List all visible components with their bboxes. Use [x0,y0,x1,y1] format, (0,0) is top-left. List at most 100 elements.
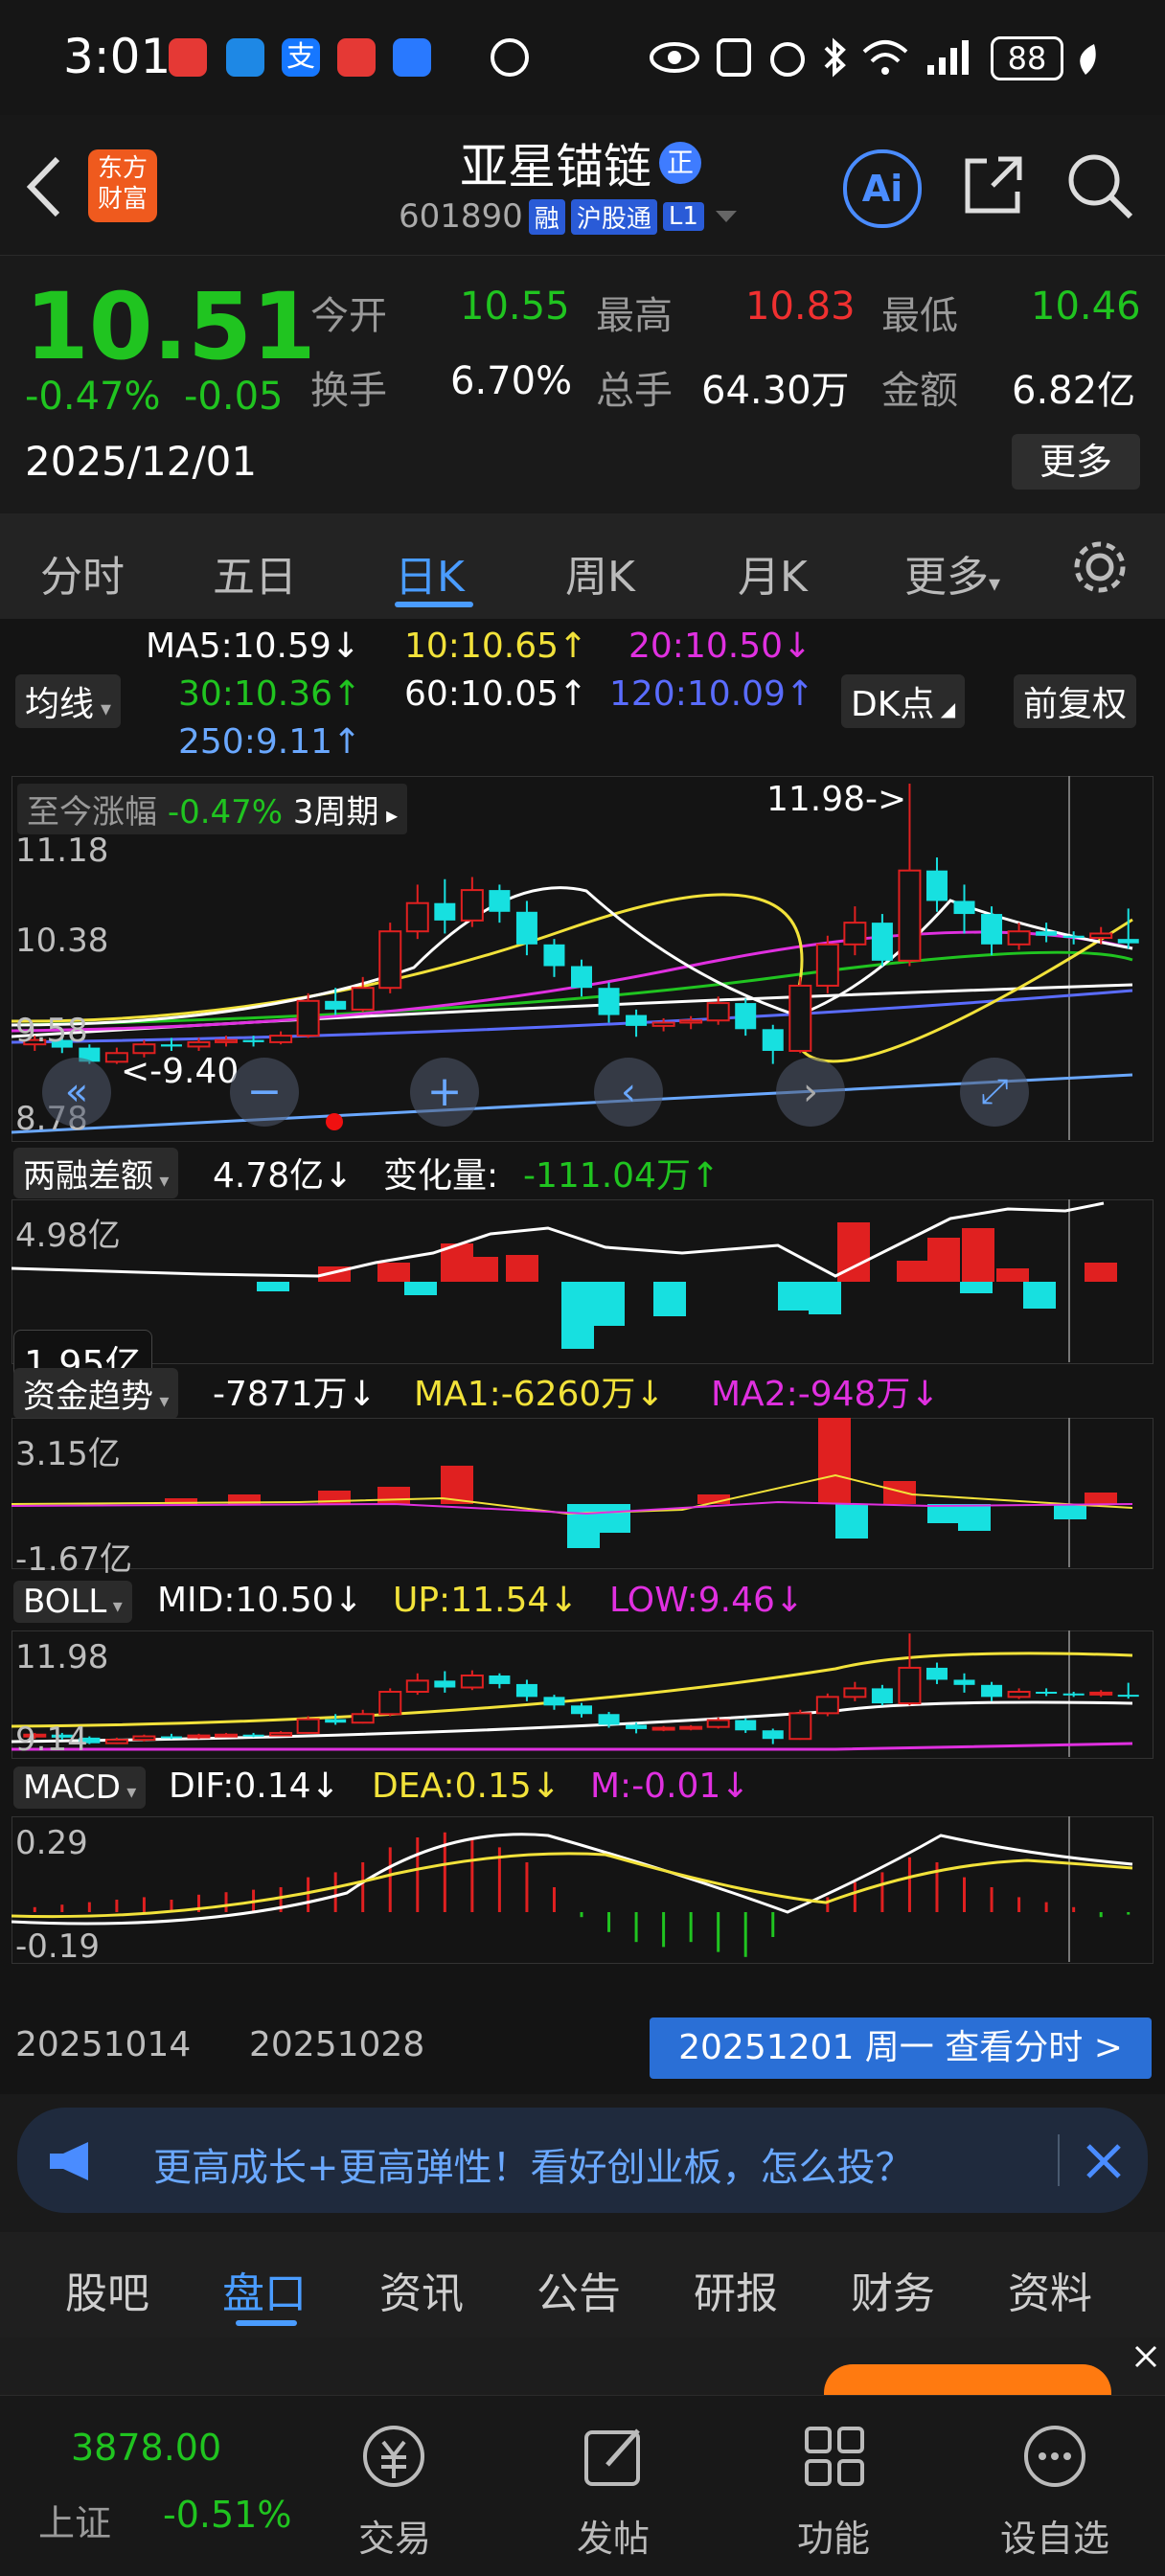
candle-body [460,889,484,922]
turnover-label: 换手 [310,369,387,413]
event-dot-marker[interactable] [326,1113,343,1130]
tab-finance[interactable]: 财务 [851,2259,935,2320]
boll-axis-bottom: 9.14 [15,1721,88,1759]
tab-forum[interactable]: 股吧 [65,2259,149,2320]
margin-change-value: -111.04万↑ [523,1156,720,1196]
cloud-app-icon [393,38,431,77]
kline-chart-area: MA5:10.59↓ 10:10.65↑ 20:10.50↓ 均线 ▾ 30:1… [0,619,1165,2094]
macd-selector[interactable]: MACD ▾ [13,1767,147,1809]
active-tab-indicator [395,602,473,607]
gear-icon[interactable] [1069,536,1131,598]
stock-name: 亚星锚链 [460,139,651,194]
zoom-out-button[interactable]: − [230,1058,299,1127]
eye-icon [650,42,699,73]
back-arrow-icon[interactable] [23,153,65,220]
boll-candle-body [953,1679,975,1685]
boll-candle-body [434,1680,456,1688]
banner-divider [1058,2134,1060,2186]
stock-header: 东方 财富 亚星锚链 正 601890 融 沪股通 L1 Ai [0,115,1165,255]
candle-body [571,966,592,989]
margin-selector[interactable]: 两融差额 ▾ [13,1148,179,1198]
index-ticker[interactable]: 3878.00 上证 -0.51% [0,2396,297,2576]
view-intraday-tooltip[interactable]: 20251201 周一 查看分时 > [650,2017,1152,2079]
tab-research[interactable]: 研报 [694,2259,778,2320]
boll-candle-body [132,1735,156,1742]
tab-more-period[interactable]: 更多▾ [904,542,1000,604]
tab-five-day[interactable]: 五日 [213,542,297,604]
tab-intraday[interactable]: 分时 [40,542,125,604]
margin-axis-top: 4.98亿 [15,1217,121,1255]
nfc-icon [717,38,751,77]
tab-order-book[interactable]: 盘口 [222,2259,307,2320]
boll-candle-body [460,1674,484,1689]
tab-weekly-k[interactable]: 周K [565,542,635,604]
boll-candle-body [489,1675,511,1684]
boll-candle-body [898,1666,922,1705]
candle-body [1117,939,1139,944]
boll-candle-body [215,1733,239,1738]
candle-body [598,988,620,1015]
boll-candle-body [515,1683,537,1698]
ad-banner[interactable]: 更高成长+更高弹性！看好创业板，怎么投？ [17,2108,1148,2213]
more-quote-button[interactable]: 更多 [1012,434,1140,490]
close-icon[interactable] [1083,2140,1125,2182]
scroll-left-button[interactable]: ‹ [594,1058,663,1127]
volume-value: 64.30万 [701,369,850,413]
dk-point-button[interactable]: DK点 ◢ [841,674,966,728]
candle-body [981,914,1003,945]
boll-candle-body [571,1705,592,1715]
candle-body [1036,931,1058,936]
candle-body [543,944,565,967]
stock-code-row[interactable]: 601890 融 沪股通 L1 [399,197,741,236]
boll-candle-body [706,1719,730,1728]
scroll-right-button[interactable]: › [776,1058,845,1127]
fullscreen-button[interactable]: ⤢ [960,1058,1029,1127]
nav-functions[interactable]: 功能 [797,2509,870,2562]
boll-candle-body [543,1697,565,1706]
search-icon[interactable] [1065,151,1134,220]
boll-candle-body [1089,1691,1113,1696]
nav-trade[interactable]: 交易 [358,2509,431,2562]
watchlist-icon[interactable] [1021,2423,1088,2490]
index-value: 3878.00 [71,2427,222,2469]
message-app-icon [226,38,264,77]
amount-value: 6.82亿 [1012,369,1136,413]
period-gain-box[interactable]: 至今涨幅 -0.47% 3周期 ▸ [17,784,408,834]
nav-add-watchlist[interactable]: 设自选 [1000,2509,1109,2562]
capital-selector[interactable]: 资金趋势 ▾ [13,1368,179,1419]
change-pct: -0.47% [25,375,161,419]
tab-monthly-k[interactable]: 月K [738,542,808,604]
candle-body [626,1014,648,1026]
high-annotation: 11.98-> [766,780,907,819]
share-icon[interactable] [960,151,1027,218]
tab-profile[interactable]: 资料 [1008,2259,1092,2320]
low-label: 最低 [881,294,958,338]
boll-selector[interactable]: BOLL ▾ [13,1581,132,1623]
candle-body [351,987,375,1011]
post-icon[interactable] [581,2423,648,2490]
candle-body [679,1019,703,1024]
boll-candle-body [762,1730,784,1740]
tab-announcements[interactable]: 公告 [537,2259,621,2320]
zoom-in-button[interactable]: + [410,1058,479,1127]
functions-icon[interactable] [801,2423,868,2490]
adjust-button[interactable]: 前复权 [1014,674,1137,728]
candle-body [925,870,948,901]
tab-news[interactable]: 资讯 [379,2259,464,2320]
rewind-button[interactable]: « [42,1058,111,1127]
ma30-value: 30:10.36↑ [178,674,362,714]
margin-badge: 融 [528,198,565,235]
boll-candle-body [296,1718,320,1734]
boll-low: LOW:9.46↓ [609,1581,805,1620]
capital-value: -7871万↓ [213,1375,377,1414]
nav-post[interactable]: 发帖 [577,2509,650,2562]
ma-selector[interactable]: 均线 ▾ [15,674,122,728]
tab-daily-k[interactable]: 日K [395,542,465,604]
capital-axis-top: 3.15亿 [15,1435,121,1473]
boll-candle-body [651,1726,675,1731]
ad-close-icon[interactable] [1132,2343,1159,2370]
period-tabs: 分时 五日 日K 周K 月K 更多▾ [0,513,1165,619]
trade-icon[interactable] [360,2423,427,2490]
ai-button[interactable]: Ai [843,149,922,228]
macd-axis-bottom: -0.19 [15,1927,100,1966]
